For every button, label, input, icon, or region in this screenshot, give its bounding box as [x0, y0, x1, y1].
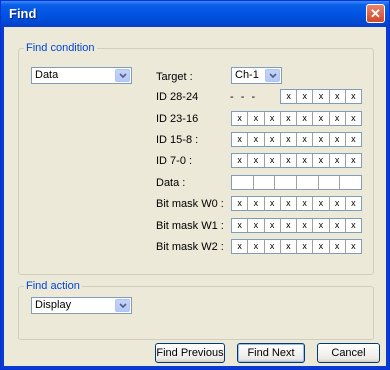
bit-cell[interactable]: [275, 176, 298, 189]
byte-field[interactable]: xxxxxxxx: [231, 196, 362, 211]
find-condition-legend: Find condition: [24, 42, 97, 55]
bit-cell[interactable]: [254, 176, 276, 189]
bit-cell[interactable]: x: [330, 112, 346, 125]
row-label: Bit mask W1 :: [156, 220, 224, 232]
bit-cell[interactable]: x: [346, 90, 361, 103]
bit-cell[interactable]: x: [346, 112, 361, 125]
bit-cell[interactable]: x: [232, 197, 249, 210]
bit-cell[interactable]: x: [330, 154, 346, 167]
bit-cell[interactable]: x: [313, 197, 330, 210]
bit-cell[interactable]: x: [346, 240, 361, 253]
chevron-down-icon[interactable]: [115, 299, 130, 312]
byte-field[interactable]: [231, 175, 362, 190]
find-next-button[interactable]: Find Next: [237, 343, 305, 363]
bit-cell[interactable]: x: [248, 112, 265, 125]
bit-cell[interactable]: x: [265, 240, 281, 253]
find-action-legend: Find action: [24, 280, 82, 293]
bit-cell[interactable]: x: [330, 197, 346, 210]
find-action-value: Display: [35, 299, 72, 311]
bit-cell[interactable]: x: [330, 90, 346, 103]
target-value: Ch-1: [235, 69, 259, 81]
row-label: ID 15-8 :: [156, 134, 199, 146]
bit-cell[interactable]: x: [248, 133, 265, 146]
bit-cell[interactable]: x: [281, 90, 298, 103]
find-dialog: Find ✕ Find condition Data Target : Ch-1…: [0, 0, 390, 370]
bit-cell[interactable]: [319, 176, 341, 189]
row-label: ID 23-16: [156, 113, 199, 125]
bit-cell[interactable]: x: [313, 154, 330, 167]
bit-cell[interactable]: x: [281, 112, 297, 125]
bit-cell[interactable]: x: [330, 219, 346, 232]
bit-cell[interactable]: x: [281, 154, 297, 167]
bit-cell[interactable]: x: [281, 197, 297, 210]
row-prefix: - - -: [230, 91, 258, 103]
target-dropdown[interactable]: Ch-1: [231, 67, 282, 84]
bit-cell[interactable]: x: [297, 240, 314, 253]
byte-field[interactable]: xxxxxxxx: [231, 111, 362, 126]
row-label: Data :: [156, 177, 186, 189]
bit-cell[interactable]: x: [297, 219, 314, 232]
row-label: ID 28-24: [156, 91, 199, 103]
bit-cell[interactable]: x: [248, 240, 265, 253]
row-label: Bit mask W0 :: [156, 198, 224, 210]
cancel-button[interactable]: Cancel: [317, 343, 380, 363]
bit-cell[interactable]: x: [346, 133, 361, 146]
bit-cell[interactable]: x: [281, 133, 297, 146]
find-previous-button[interactable]: Find Previous: [155, 343, 225, 363]
bit-cell[interactable]: x: [265, 154, 281, 167]
bit-cell[interactable]: x: [248, 197, 265, 210]
title-bar[interactable]: Find ✕: [1, 1, 389, 27]
bit-cell[interactable]: x: [265, 112, 281, 125]
row-label: Bit mask W2 :: [156, 241, 224, 253]
byte-field[interactable]: xxxxxxxx: [231, 132, 362, 147]
bit-cell[interactable]: x: [313, 133, 330, 146]
bit-cell[interactable]: [340, 176, 361, 189]
bit-cell[interactable]: x: [297, 90, 314, 103]
window-title: Find: [9, 6, 37, 21]
bit-cell[interactable]: [232, 176, 254, 189]
bit-cell[interactable]: x: [297, 112, 314, 125]
byte-field[interactable]: xxxxxxxx: [231, 239, 362, 254]
close-button[interactable]: ✕: [366, 4, 385, 23]
bit-cell[interactable]: x: [346, 154, 361, 167]
bit-cell[interactable]: x: [265, 197, 281, 210]
bit-cell[interactable]: x: [248, 154, 265, 167]
byte-field[interactable]: xxxxxxxx: [231, 153, 362, 168]
bit-cell[interactable]: x: [346, 219, 361, 232]
bit-cell[interactable]: x: [265, 219, 281, 232]
bit-cell[interactable]: x: [281, 240, 297, 253]
bit-cell[interactable]: x: [313, 90, 330, 103]
row-label: ID 7-0 :: [156, 155, 193, 167]
bit-cell[interactable]: x: [265, 133, 281, 146]
chevron-down-icon[interactable]: [265, 69, 280, 82]
dialog-client-area: Find condition Data Target : Ch-1 ID 28-…: [4, 27, 386, 366]
bit-cell[interactable]: x: [232, 133, 249, 146]
bit-cell[interactable]: x: [248, 219, 265, 232]
bit-cell[interactable]: x: [232, 219, 249, 232]
bit-cell[interactable]: x: [313, 219, 330, 232]
target-label: Target :: [156, 71, 193, 83]
condition-type-dropdown[interactable]: Data: [31, 67, 132, 84]
find-action-dropdown[interactable]: Display: [31, 297, 132, 314]
bit-cell[interactable]: x: [232, 240, 249, 253]
bit-cell[interactable]: x: [313, 240, 330, 253]
bit-cell[interactable]: x: [313, 112, 330, 125]
bit-cell[interactable]: x: [330, 133, 346, 146]
bit-cell[interactable]: x: [297, 154, 314, 167]
bit-cell[interactable]: x: [297, 197, 314, 210]
bit-cell[interactable]: x: [346, 197, 361, 210]
bit-cell[interactable]: x: [232, 112, 249, 125]
close-icon: ✕: [370, 6, 381, 21]
bit-cell[interactable]: x: [232, 154, 249, 167]
condition-type-value: Data: [35, 69, 59, 81]
bit-cell[interactable]: x: [330, 240, 346, 253]
bit-cell[interactable]: x: [297, 133, 314, 146]
chevron-down-icon[interactable]: [115, 69, 130, 82]
byte-field[interactable]: xxxxx: [280, 89, 362, 104]
bit-cell[interactable]: x: [281, 219, 297, 232]
bit-cell[interactable]: [297, 176, 319, 189]
byte-field[interactable]: xxxxxxxx: [231, 218, 362, 233]
